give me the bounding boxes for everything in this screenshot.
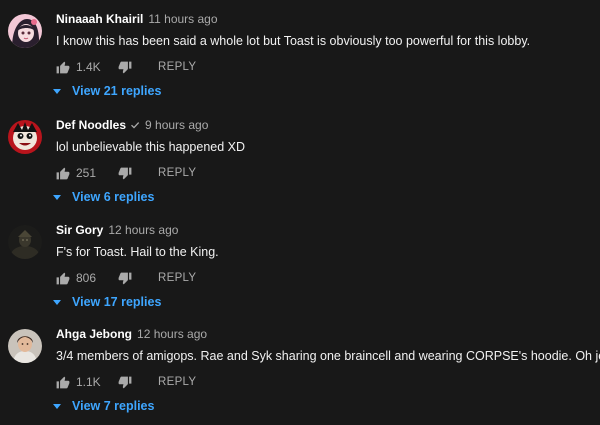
thumbs-up-icon [56, 272, 70, 284]
thumbs-up-icon [56, 61, 70, 73]
view-replies-button[interactable]: View 6 replies [52, 187, 154, 207]
comment-thread: Sir Gory 12 hours ago F's for Toast. Hai… [0, 217, 600, 321]
comment-header: Sir Gory 12 hours ago [56, 222, 178, 238]
person-photo-avatar-icon [8, 329, 42, 363]
caret-down-icon [52, 297, 62, 307]
like-button[interactable]: 1.4K [56, 60, 104, 74]
comment-time[interactable]: 12 hours ago [137, 326, 207, 342]
comment-time[interactable]: 11 hours ago [148, 11, 217, 27]
view-replies-label: View 7 replies [72, 399, 155, 413]
thumbs-down-icon [118, 272, 132, 284]
comment-thread: Ahga Jebong 12 hours ago 3/4 members of … [0, 321, 600, 425]
avatar[interactable] [8, 329, 42, 363]
thumbs-down-icon [118, 167, 132, 179]
view-replies-label: View 6 replies [72, 190, 155, 204]
dislike-button[interactable] [118, 61, 132, 74]
dislike-button[interactable] [118, 167, 132, 180]
comment-time[interactable]: 9 hours ago [145, 117, 208, 133]
like-button[interactable]: 806 [56, 271, 104, 285]
avatar[interactable] [8, 225, 42, 259]
avatar[interactable] [8, 14, 42, 48]
caret-down-icon [52, 86, 62, 96]
comment-thread: Def Noodles 9 hours ago lol unbelievable… [0, 112, 600, 216]
view-replies-button[interactable]: View 21 replies [52, 81, 161, 101]
comment-thread: Ninaaah Khairil 11 hours ago I know this… [0, 6, 600, 110]
author-name[interactable]: Ninaaah Khairil [56, 11, 143, 27]
avatar[interactable] [8, 120, 42, 154]
comment-text: lol unbelievable this happened XD [56, 140, 246, 154]
red-cartoon-face-avatar-icon [8, 120, 42, 154]
author-name[interactable]: Ahga Jebong [56, 326, 132, 342]
view-replies-label: View 21 replies [72, 84, 162, 98]
view-replies-label: View 17 replies [72, 295, 162, 309]
comment-actions: 1.1K REPLY [56, 372, 196, 392]
thumbs-down-icon [118, 61, 132, 73]
comment-actions: 806 REPLY [56, 268, 196, 288]
comment-actions: 1.4K REPLY [56, 57, 196, 77]
author-name[interactable]: Def Noodles [56, 117, 126, 133]
comment-header: Def Noodles 9 hours ago [56, 117, 208, 133]
comment-header: Ahga Jebong 12 hours ago [56, 326, 207, 342]
thumbs-up-icon [56, 376, 70, 388]
comments-section: Ninaaah Khairil 11 hours ago I know this… [0, 0, 600, 421]
thumbs-up-icon [56, 167, 70, 179]
comment-time[interactable]: 12 hours ago [108, 222, 178, 238]
comment-text: I know this has been said a whole lot bu… [56, 34, 531, 48]
view-replies-button[interactable]: View 17 replies [52, 292, 161, 312]
caret-down-icon [52, 192, 62, 202]
dislike-button[interactable] [118, 272, 132, 285]
like-count: 1.1K [76, 375, 101, 389]
dislike-button[interactable] [118, 376, 132, 389]
reply-button[interactable]: REPLY [158, 376, 196, 388]
reply-button[interactable]: REPLY [158, 61, 196, 73]
thumbs-down-icon [118, 376, 132, 388]
reply-button[interactable]: REPLY [158, 167, 196, 179]
like-count: 1.4K [76, 60, 101, 74]
verified-check-icon [130, 120, 140, 130]
like-button[interactable]: 251 [56, 166, 104, 180]
like-button[interactable]: 1.1K [56, 375, 104, 389]
author-name[interactable]: Sir Gory [56, 222, 103, 238]
like-count: 251 [76, 166, 97, 180]
anime-girl-avatar-icon [8, 14, 42, 48]
like-count: 806 [76, 271, 97, 285]
comment-text: 3/4 members of amigops. Rae and Syk shar… [56, 349, 600, 363]
comment-actions: 251 REPLY [56, 163, 196, 183]
dark-figure-avatar-icon [8, 225, 42, 259]
comment-text: F's for Toast. Hail to the King. [56, 245, 219, 259]
view-replies-button[interactable]: View 7 replies [52, 396, 154, 416]
reply-button[interactable]: REPLY [158, 272, 196, 284]
comment-header: Ninaaah Khairil 11 hours ago [56, 11, 218, 27]
caret-down-icon [52, 401, 62, 411]
